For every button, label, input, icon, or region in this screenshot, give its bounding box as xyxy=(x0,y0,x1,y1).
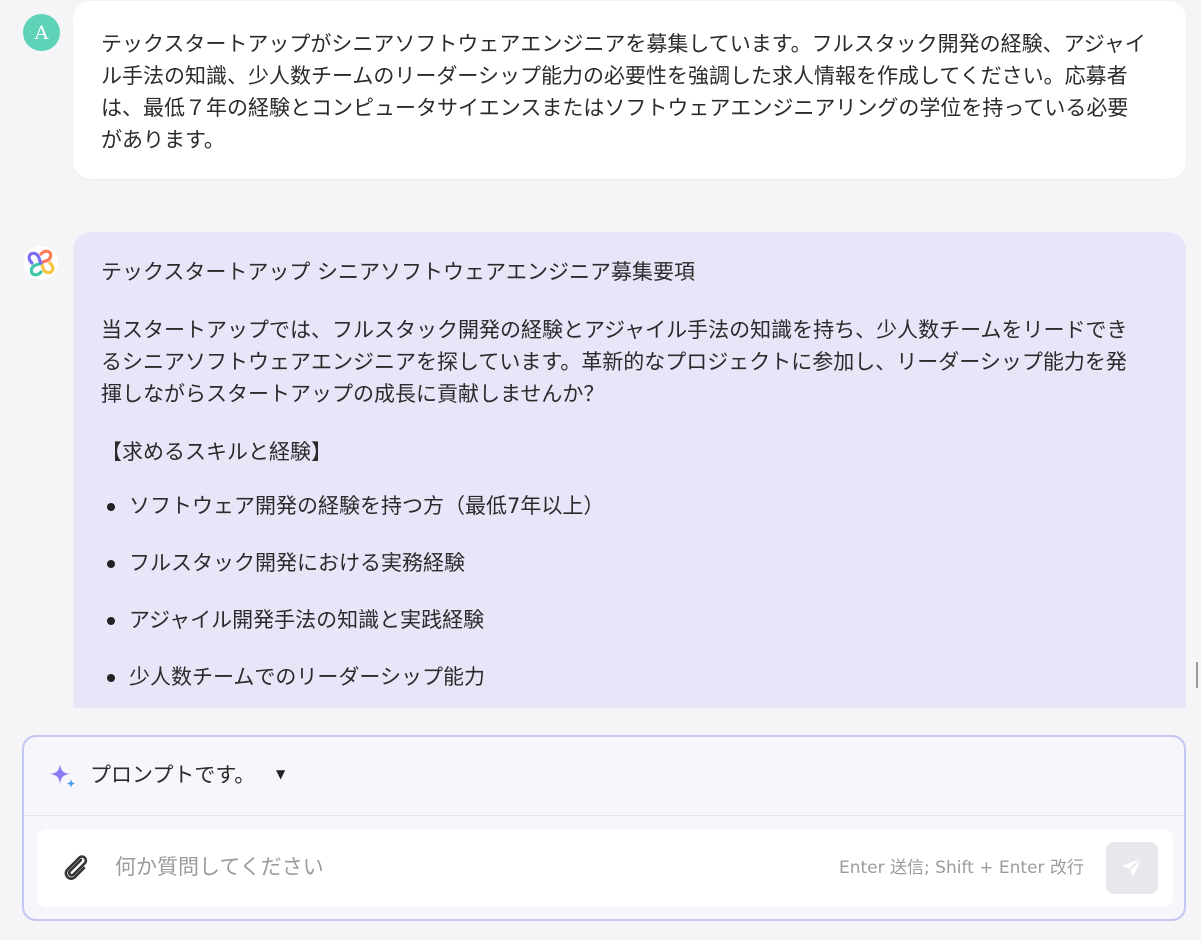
user-avatar: A xyxy=(23,14,60,51)
bullet-icon xyxy=(107,674,115,682)
list-item-text: 少人数チームでのリーダーシップ能力 xyxy=(129,665,485,689)
message-input-box: 何か質問してください Enter 送信; Shift + Enter 改行 xyxy=(37,829,1173,907)
bullet-icon xyxy=(107,503,115,511)
colorful-knot-logo-icon xyxy=(27,249,55,277)
list-item: ソフトウェア開発の経験を持つ方（最低7年以上） xyxy=(101,490,1146,522)
composer: プロンプトです。 ▼ 何か質問してください Enter 送信; Shift + … xyxy=(22,735,1186,921)
prompt-selector[interactable]: プロンプトです。 ▼ xyxy=(24,737,1184,816)
user-message-bubble: テックスタートアップがシニアソフトウェアエンジニアを募集しています。フルスタック… xyxy=(73,1,1186,179)
sparkle-icon xyxy=(50,764,76,788)
bullet-icon xyxy=(107,617,115,625)
chat-area: A テックスタートアップがシニアソフトウェアエンジニアを募集しています。フルスタ… xyxy=(0,0,1201,708)
bullet-icon xyxy=(107,560,115,568)
ai-avatar xyxy=(24,246,58,280)
requirements-list: ソフトウェア開発の経験を持つ方（最低7年以上） フルスタック開発における実務経験… xyxy=(101,490,1146,693)
message-input[interactable]: 何か質問してください xyxy=(115,851,324,883)
paper-plane-icon xyxy=(1122,857,1143,877)
ai-message-title: テックスタートアップ シニアソフトウェアエンジニア募集要項 xyxy=(101,260,696,284)
caret-down-icon: ▼ xyxy=(276,767,286,781)
scrollbar-thumb[interactable] xyxy=(1196,662,1198,688)
ai-section-heading: 【求めるスキルと経験】 xyxy=(101,440,332,464)
ai-message-bubble: テックスタートアップ シニアソフトウェアエンジニア募集要項 当スタートアップでは… xyxy=(73,232,1186,708)
list-item-text: アジャイル開発手法の知識と実践経験 xyxy=(129,608,485,632)
prompt-selector-label: プロンプトです。 xyxy=(90,763,256,787)
paperclip-icon[interactable] xyxy=(59,851,93,885)
list-item: 少人数チームでのリーダーシップ能力 xyxy=(101,661,1146,693)
list-item: フルスタック開発における実務経験 xyxy=(101,547,1146,579)
list-item: アジャイル開発手法の知識と実践経験 xyxy=(101,604,1146,636)
list-item-text: フルスタック開発における実務経験 xyxy=(129,551,465,575)
user-message-text: テックスタートアップがシニアソフトウェアエンジニアを募集しています。フルスタック… xyxy=(101,32,1146,152)
ai-message-intro: 当スタートアップでは、フルスタック開発の経験とアジャイル手法の知識を持ち、少人数… xyxy=(101,318,1128,406)
user-avatar-initial: A xyxy=(34,21,49,44)
send-button[interactable] xyxy=(1106,842,1158,894)
keyboard-hint: Enter 送信; Shift + Enter 改行 xyxy=(839,858,1084,878)
list-item-text: ソフトウェア開発の経験を持つ方（最低7年以上） xyxy=(129,494,605,518)
